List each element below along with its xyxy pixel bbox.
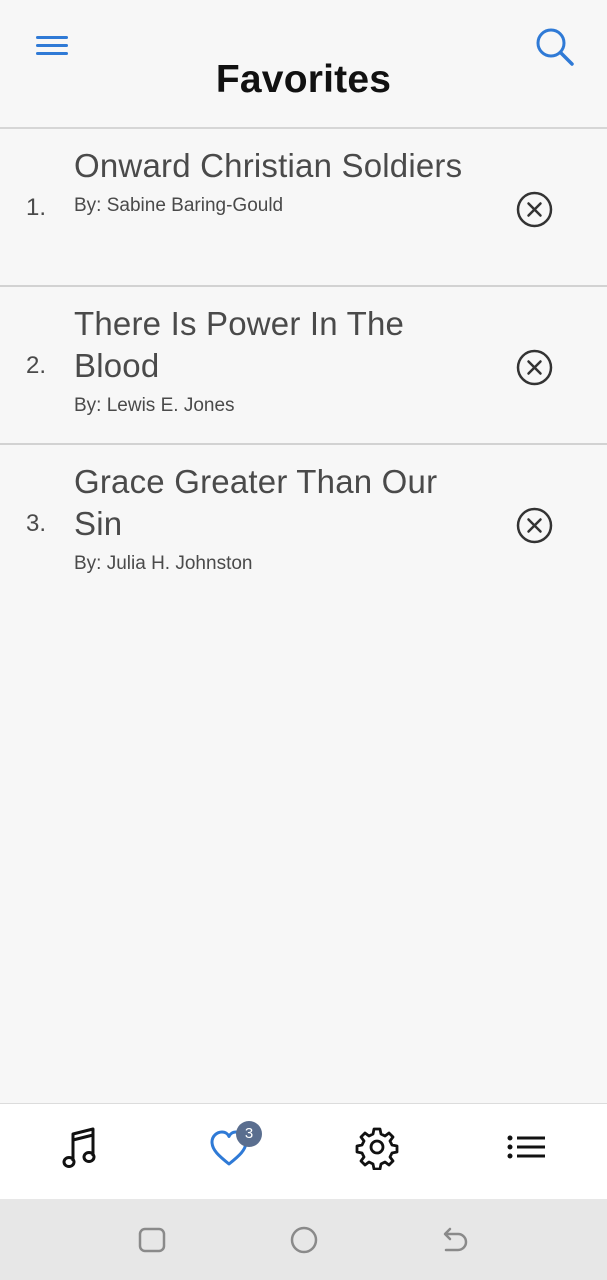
- app-screen: Favorites 1. Onward Christian Soldiers B…: [0, 0, 607, 1280]
- remove-circle-x-icon[interactable]: [516, 191, 553, 228]
- song-title: Grace Greater Than Our Sin: [74, 463, 438, 542]
- favorites-list: 1. Onward Christian Soldiers By: Sabine …: [0, 129, 607, 603]
- back-icon[interactable]: [440, 1225, 470, 1255]
- item-number: 3.: [26, 510, 47, 537]
- music-note-icon: [62, 1127, 96, 1168]
- item-text: Grace Greater Than Our Sin By: Julia H. …: [74, 461, 474, 575]
- tab-songs[interactable]: [51, 1124, 111, 1180]
- tab-settings[interactable]: [347, 1124, 407, 1180]
- list-icon: [507, 1135, 545, 1159]
- page-title: Favorites: [215, 58, 392, 101]
- top-app-bar: Favorites: [0, 0, 607, 129]
- bottom-tab-bar: [0, 1103, 607, 1199]
- gear-icon: [355, 1127, 399, 1170]
- search-icon[interactable]: [531, 24, 577, 70]
- item-number: 1.: [26, 194, 47, 221]
- recent-apps-icon[interactable]: [137, 1225, 167, 1255]
- list-item[interactable]: 1. Onward Christian Soldiers By: Sabine …: [0, 129, 607, 287]
- remove-circle-x-icon[interactable]: [516, 507, 553, 544]
- system-navigation-bar: [0, 1199, 607, 1280]
- list-item[interactable]: 2. There Is Power In The Blood By: Lewis…: [0, 287, 607, 445]
- song-author: By: Sabine Baring-Gould: [74, 195, 284, 216]
- item-text: Onward Christian Soldiers By: Sabine Bar…: [74, 145, 474, 217]
- favorites-count-badge: 3: [236, 1121, 262, 1147]
- remove-circle-x-icon[interactable]: [516, 349, 553, 386]
- item-number: 2.: [26, 352, 47, 379]
- hamburger-menu-icon[interactable]: [34, 33, 72, 59]
- item-text: There Is Power In The Blood By: Lewis E.…: [74, 303, 474, 417]
- song-author: By: Julia H. Johnston: [74, 553, 253, 574]
- tab-list[interactable]: [496, 1124, 556, 1180]
- song-title: There Is Power In The Blood: [74, 305, 405, 384]
- list-item[interactable]: 3. Grace Greater Than Our Sin By: Julia …: [0, 445, 607, 603]
- song-title: Onward Christian Soldiers: [74, 147, 463, 184]
- home-icon[interactable]: [289, 1225, 319, 1255]
- song-author: By: Lewis E. Jones: [74, 395, 235, 416]
